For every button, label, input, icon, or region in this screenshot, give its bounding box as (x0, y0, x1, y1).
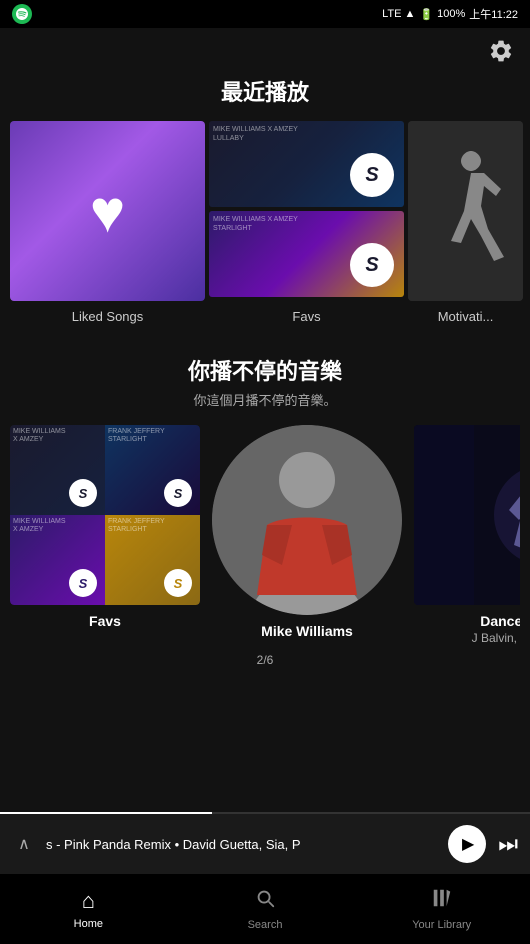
motivation-item[interactable]: Motivati... (408, 121, 523, 324)
main-content: 最近播放 ♥ Liked Songs MIKE WILLIAMS X AMZEY… (0, 28, 530, 812)
status-info: LTE ▲ 🔋 100% 上午11:22 (382, 6, 518, 22)
heart-icon: ♥ (90, 177, 126, 246)
favs-top-cover[interactable]: MIKE WILLIAMS X AMZEYLULLABY S (209, 121, 404, 207)
play-pause-button[interactable]: ▶ (448, 825, 486, 863)
play-favs-cover: MIKE WILLIAMSX AMZEY S FRANK JEFFERYSTAR… (10, 425, 200, 605)
mike-label: Mike Williams (261, 623, 353, 639)
progress-fill (0, 812, 212, 814)
library-icon (431, 887, 453, 915)
dance-sub: J Balvin, DJ S (472, 631, 520, 645)
play-section: 你播不停的音樂 你這個月播不停的音樂。 MIKE WILLIAMSX AMZEY… (0, 354, 530, 645)
play-scroll: MIKE WILLIAMSX AMZEY S FRANK JEFFERYSTAR… (10, 425, 520, 645)
motivation-label: Motivati... (438, 309, 494, 324)
art-overlay-top: MIKE WILLIAMS X AMZEYLULLABY (213, 125, 298, 143)
play-favs[interactable]: MIKE WILLIAMSX AMZEY S FRANK JEFFERYSTAR… (10, 425, 200, 645)
nav-home[interactable]: ⌂ Home (0, 880, 177, 938)
liked-songs-label: Liked Songs (72, 309, 144, 324)
nav-library[interactable]: Your Library (353, 879, 530, 939)
status-bar: LTE ▲ 🔋 100% 上午11:22 (0, 0, 530, 28)
liked-songs-item[interactable]: ♥ Liked Songs (10, 121, 205, 324)
time: 上午11:22 (469, 6, 518, 22)
pagination-text: 2/6 (257, 653, 274, 667)
now-playing-bar[interactable]: ∧ s - Pink Panda Remix • David Guetta, S… (0, 814, 530, 874)
favs-double: MIKE WILLIAMS X AMZEYLULLABY S MIKE WILL… (209, 121, 404, 324)
favs-label: Favs (209, 309, 404, 324)
nav-search[interactable]: Search (177, 879, 354, 939)
skip-next-button[interactable]: ⏭ (498, 831, 518, 857)
expand-button[interactable]: ∧ (12, 832, 36, 856)
chevron-up-icon: ∧ (18, 834, 30, 854)
stamp-favs-bottom: S (350, 243, 394, 287)
home-label: Home (74, 918, 103, 930)
play-icon: ▶ (462, 834, 474, 854)
playback-controls: ▶ ⏭ (448, 825, 518, 863)
battery-icon: 🔋 (419, 8, 433, 21)
liked-songs-cover: ♥ (10, 121, 205, 301)
stamp-favs-top: S (350, 153, 394, 197)
dance-label: Dance ... (480, 613, 520, 629)
search-icon (254, 887, 276, 915)
track-name: s - Pink Panda Remix • David Guetta, Sia… (46, 837, 438, 852)
progress-bar (0, 812, 530, 814)
play-title: 你播不停的音樂 (10, 354, 520, 386)
play-favs-label: Favs (89, 613, 121, 629)
search-label: Search (248, 919, 283, 931)
recent-section: 最近播放 ♥ Liked Songs MIKE WILLIAMS X AMZEY… (0, 75, 530, 324)
favs-bottom-cover[interactable]: MIKE WILLIAMS X AMZEYSTARLIGHT S (209, 211, 404, 297)
play-dance[interactable]: Dance Dance ... J Balvin, DJ S (414, 425, 520, 645)
track-info: s - Pink Panda Remix • David Guetta, Sia… (46, 837, 438, 852)
skip-icon: ⏭ (498, 831, 518, 856)
recent-grid: ♥ Liked Songs MIKE WILLIAMS X AMZEYLULLA… (0, 121, 530, 324)
play-mike[interactable]: Mike Williams (212, 425, 402, 645)
home-icon: ⌂ (82, 888, 95, 914)
spotify-logo (12, 4, 32, 24)
play-subtitle: 你這個月播不停的音樂。 (10, 390, 520, 409)
art-overlay-bottom: MIKE WILLIAMS X AMZEYSTARLIGHT (213, 215, 298, 233)
library-label: Your Library (412, 919, 471, 931)
settings-button[interactable] (488, 38, 514, 69)
mike-photo (212, 425, 402, 615)
dance-cover: Dance (414, 425, 520, 605)
bottom-nav: ⌂ Home Search Your Library (0, 874, 530, 944)
pagination: 2/6 (0, 645, 530, 671)
network-icon: LTE ▲ (382, 8, 415, 20)
recent-title: 最近播放 (0, 75, 530, 107)
battery-percent: 100% (437, 8, 465, 20)
header-bar (0, 28, 530, 69)
